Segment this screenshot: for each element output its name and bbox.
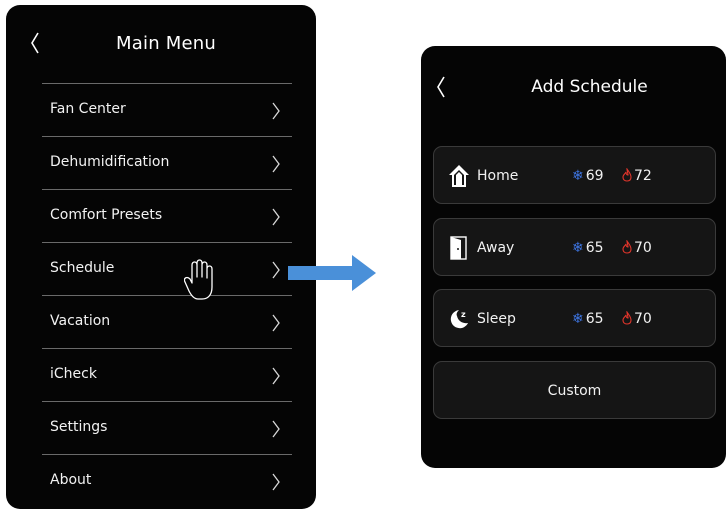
- cool-value: 65: [585, 311, 604, 327]
- heat-value: 72: [634, 168, 652, 184]
- menu-list: Fan Center Dehumidification Comfort Pres…: [42, 83, 292, 507]
- snowflake-icon: ❄: [572, 168, 584, 184]
- hand-pointer-icon: [184, 259, 213, 300]
- cool-setpoint: ❄ 69: [572, 168, 604, 184]
- cool-setpoint: ❄ 65: [572, 240, 604, 256]
- add-schedule-screen: Add Schedule Home ❄ 69 72 Away ❄ 65 70 z…: [421, 46, 726, 468]
- heat-value: 70: [634, 311, 652, 327]
- cool-value: 69: [585, 168, 604, 184]
- menu-item-label: About: [50, 472, 92, 488]
- preset-label: Home: [477, 168, 519, 184]
- menu-item-about[interactable]: About: [42, 454, 292, 507]
- custom-schedule-button[interactable]: Custom: [433, 361, 716, 419]
- menu-item-label: Settings: [50, 419, 108, 435]
- menu-item-label: Vacation: [50, 313, 111, 329]
- svg-text:z: z: [461, 310, 466, 319]
- chevron-right-icon: [272, 155, 280, 173]
- cool-value: 65: [585, 240, 604, 256]
- menu-item-dehumidification[interactable]: Dehumidification: [42, 136, 292, 189]
- add-schedule-title: Add Schedule: [531, 77, 648, 97]
- arrow-right-icon: [288, 255, 376, 291]
- flame-icon: [622, 311, 632, 325]
- cool-setpoint: ❄ 65: [572, 311, 604, 327]
- main-menu-title: Main Menu: [116, 33, 216, 54]
- heat-setpoint: 70: [622, 240, 652, 256]
- snowflake-icon: ❄: [572, 311, 584, 327]
- menu-item-label: Comfort Presets: [50, 207, 163, 223]
- heat-setpoint: 72: [622, 168, 652, 184]
- preset-label: Sleep: [477, 311, 516, 327]
- menu-item-schedule[interactable]: Schedule: [42, 242, 292, 295]
- chevron-right-icon: [272, 208, 280, 226]
- menu-item-settings[interactable]: Settings: [42, 401, 292, 454]
- menu-item-comfort-presets[interactable]: Comfort Presets: [42, 189, 292, 242]
- custom-label: Custom: [547, 383, 602, 399]
- moon-sleep-icon: z: [450, 310, 468, 329]
- menu-item-label: Dehumidification: [50, 154, 170, 170]
- preset-sleep-button[interactable]: z Sleep ❄ 65 70: [433, 289, 716, 347]
- menu-item-label: iCheck: [50, 366, 97, 382]
- flame-icon: [622, 240, 632, 254]
- door-icon: [450, 236, 467, 260]
- menu-item-label: Schedule: [50, 260, 115, 276]
- menu-item-icheck[interactable]: iCheck: [42, 348, 292, 401]
- stage: Main Menu Fan Center Dehumidification Co…: [0, 0, 726, 509]
- preset-away-button[interactable]: Away ❄ 65 70: [433, 218, 716, 276]
- chevron-right-icon: [272, 261, 280, 279]
- chevron-right-icon: [272, 314, 280, 332]
- house-icon: [449, 165, 469, 187]
- preset-home-button[interactable]: Home ❄ 69 72: [433, 146, 716, 204]
- chevron-right-icon: [272, 473, 280, 491]
- chevron-right-icon: [272, 420, 280, 438]
- heat-value: 70: [634, 240, 652, 256]
- snowflake-icon: ❄: [572, 240, 584, 256]
- preset-label: Away: [477, 240, 515, 256]
- menu-item-vacation[interactable]: Vacation: [42, 295, 292, 348]
- main-menu-screen: Main Menu Fan Center Dehumidification Co…: [6, 5, 316, 509]
- chevron-right-icon: [272, 367, 280, 385]
- heat-setpoint: 70: [622, 311, 652, 327]
- menu-item-label: Fan Center: [50, 101, 126, 117]
- chevron-right-icon: [272, 102, 280, 120]
- menu-item-fan-center[interactable]: Fan Center: [42, 83, 292, 136]
- flame-icon: [622, 168, 632, 182]
